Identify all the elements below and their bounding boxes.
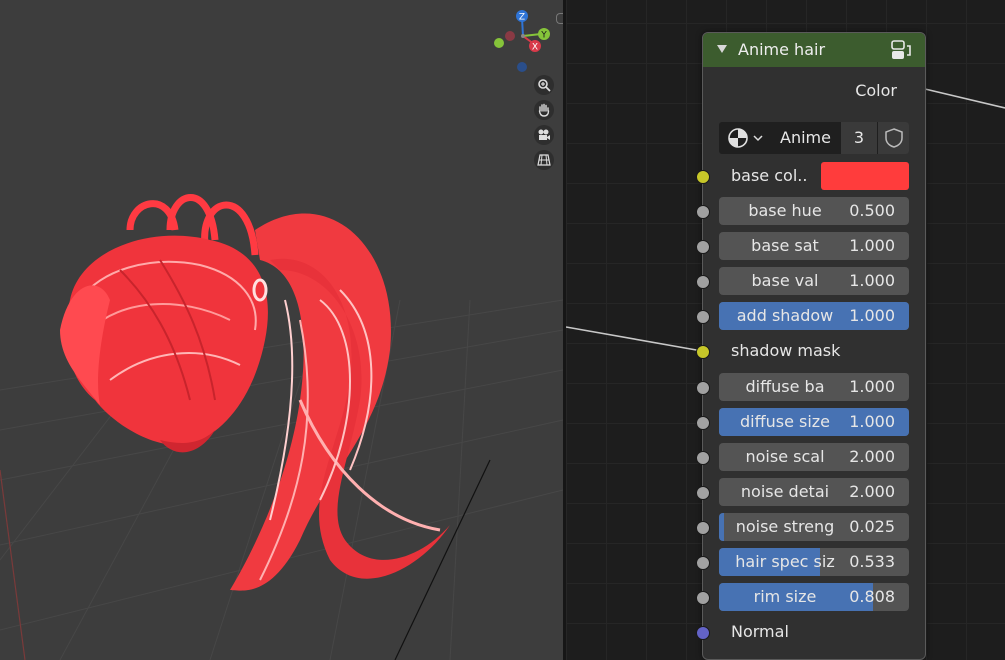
- sidebar-toggle[interactable]: [556, 13, 563, 24]
- shield-icon: [884, 128, 903, 148]
- input-base-color[interactable]: base col..: [696, 162, 925, 192]
- zoom-icon[interactable]: [534, 75, 554, 95]
- slider-value: 1.000: [849, 271, 895, 291]
- slider-label: diffuse ba: [745, 376, 825, 396]
- input-socket-diffuse-size[interactable]: [696, 415, 710, 430]
- slider-label: noise streng: [735, 516, 835, 536]
- material-user-count[interactable]: 3: [841, 122, 877, 154]
- slider-label: base val: [751, 271, 819, 291]
- input-shadow-mask[interactable]: shadow mask: [696, 337, 925, 367]
- input-noise-streng[interactable]: noise streng 0.025: [696, 512, 925, 543]
- slider-value: 0.533: [849, 552, 895, 571]
- output-color-label: Color: [855, 81, 897, 100]
- input-socket-rim-size[interactable]: [696, 591, 710, 606]
- slider-label: add shadow: [736, 306, 834, 326]
- slider-value: 1.000: [849, 376, 895, 396]
- slider-base-hue[interactable]: base hue 0.500: [719, 197, 909, 225]
- slider-label: noise scal: [745, 446, 825, 466]
- input-noise-scal[interactable]: noise scal 2.000: [696, 442, 925, 473]
- slider-label: base sat: [751, 236, 819, 256]
- input-diffuse-ba[interactable]: diffuse ba 1.000: [696, 372, 925, 403]
- input-add-shadow[interactable]: add shadow 1.000: [696, 302, 925, 332]
- input-socket-add-shadow[interactable]: [696, 310, 710, 325]
- node-title: Anime hair: [738, 40, 826, 59]
- node-editor[interactable]: Anime hair Color Anime 3 base col.. base…: [566, 0, 1005, 660]
- input-label-shadow-mask: shadow mask: [731, 341, 841, 361]
- input-socket-noise-scal[interactable]: [696, 450, 710, 465]
- gizmo-x-label: X: [532, 43, 538, 53]
- chevron-down-icon: [752, 135, 763, 142]
- collapse-arrow-icon[interactable]: [717, 45, 727, 53]
- slider-noise-scal[interactable]: noise scal 2.000: [719, 442, 909, 471]
- slider-value: 0.500: [849, 201, 895, 220]
- slider-label: rim size: [753, 587, 817, 607]
- slider-diffuse-size[interactable]: diffuse size 1.000: [719, 407, 909, 436]
- input-socket-shadow-mask[interactable]: [696, 345, 710, 360]
- gizmo-y-label: Y: [540, 31, 547, 41]
- slider-diffuse-ba[interactable]: diffuse ba 1.000: [719, 372, 909, 401]
- slider-base-sat[interactable]: base sat 1.000: [719, 232, 909, 261]
- hair-model: [60, 194, 450, 591]
- gizmo-z-label: Z: [519, 13, 525, 23]
- input-socket-base-sat[interactable]: [696, 240, 710, 255]
- grid-view-icon[interactable]: [534, 150, 554, 170]
- input-socket-normal[interactable]: [696, 626, 710, 641]
- input-normal[interactable]: Normal: [696, 618, 925, 648]
- input-rim-size[interactable]: rim size 0.808: [696, 583, 925, 613]
- input-socket-base-val[interactable]: [696, 275, 710, 290]
- slider-base-val[interactable]: base val 1.000: [719, 267, 909, 296]
- slider-value: 0.808: [849, 587, 895, 607]
- input-base-hue[interactable]: base hue 0.500: [696, 197, 925, 227]
- input-label-normal: Normal: [731, 622, 789, 642]
- hand-pan-icon[interactable]: [534, 100, 554, 120]
- material-name-field[interactable]: Anime: [771, 122, 840, 154]
- input-noise-detai[interactable]: noise detai 2.000: [696, 477, 925, 508]
- input-socket-noise-detai[interactable]: [696, 485, 710, 500]
- input-socket-hair-spec-siz[interactable]: [696, 556, 710, 570]
- slider-value: 0.025: [849, 516, 895, 536]
- slider-label: hair spec siz: [735, 552, 835, 571]
- slider-label: noise detai: [740, 481, 830, 501]
- axis-gizmo[interactable]: Z Y X: [490, 6, 560, 76]
- node-header[interactable]: Anime hair: [703, 33, 925, 67]
- input-base-sat[interactable]: base sat 1.000: [696, 232, 925, 262]
- input-socket-diffuse-ba[interactable]: [696, 380, 710, 395]
- base-color-swatch[interactable]: [821, 162, 909, 190]
- material-sphere-icon: [727, 128, 748, 148]
- slider-value: 2.000: [849, 446, 895, 466]
- input-label-base-color: base col..: [731, 166, 808, 185]
- slider-add-shadow[interactable]: add shadow 1.000: [719, 302, 909, 331]
- slider-label: base hue: [748, 201, 822, 220]
- node-group-icon[interactable]: [889, 38, 913, 62]
- material-browse-button[interactable]: [719, 122, 770, 154]
- input-hair-spec-siz[interactable]: hair spec siz 0.533: [696, 548, 925, 578]
- 3d-viewport[interactable]: Z Y X: [0, 0, 563, 660]
- slider-noise-streng[interactable]: noise streng 0.025: [719, 512, 909, 541]
- input-socket-base-hue[interactable]: [696, 205, 710, 219]
- slider-value: 1.000: [849, 236, 895, 256]
- slider-value: 1.000: [849, 411, 895, 431]
- slider-label: diffuse size: [739, 411, 831, 431]
- slider-value: 2.000: [849, 481, 895, 501]
- fake-user-button[interactable]: [878, 122, 909, 154]
- material-selector[interactable]: Anime 3: [719, 122, 909, 154]
- slider-hair-spec-siz[interactable]: hair spec siz 0.533: [719, 548, 909, 576]
- input-diffuse-size[interactable]: diffuse size 1.000: [696, 407, 925, 438]
- anime-hair-node[interactable]: Anime hair Color Anime 3 base col.. base…: [696, 32, 926, 660]
- camera-icon[interactable]: [534, 125, 554, 145]
- slider-noise-detai[interactable]: noise detai 2.000: [719, 477, 909, 506]
- input-socket-base-color[interactable]: [696, 170, 710, 184]
- input-base-val[interactable]: base val 1.000: [696, 267, 925, 297]
- viewport-scene: [0, 194, 563, 660]
- slider-rim-size[interactable]: rim size 0.808: [719, 583, 909, 612]
- input-socket-noise-streng[interactable]: [696, 520, 710, 535]
- slider-value: 1.000: [849, 306, 895, 326]
